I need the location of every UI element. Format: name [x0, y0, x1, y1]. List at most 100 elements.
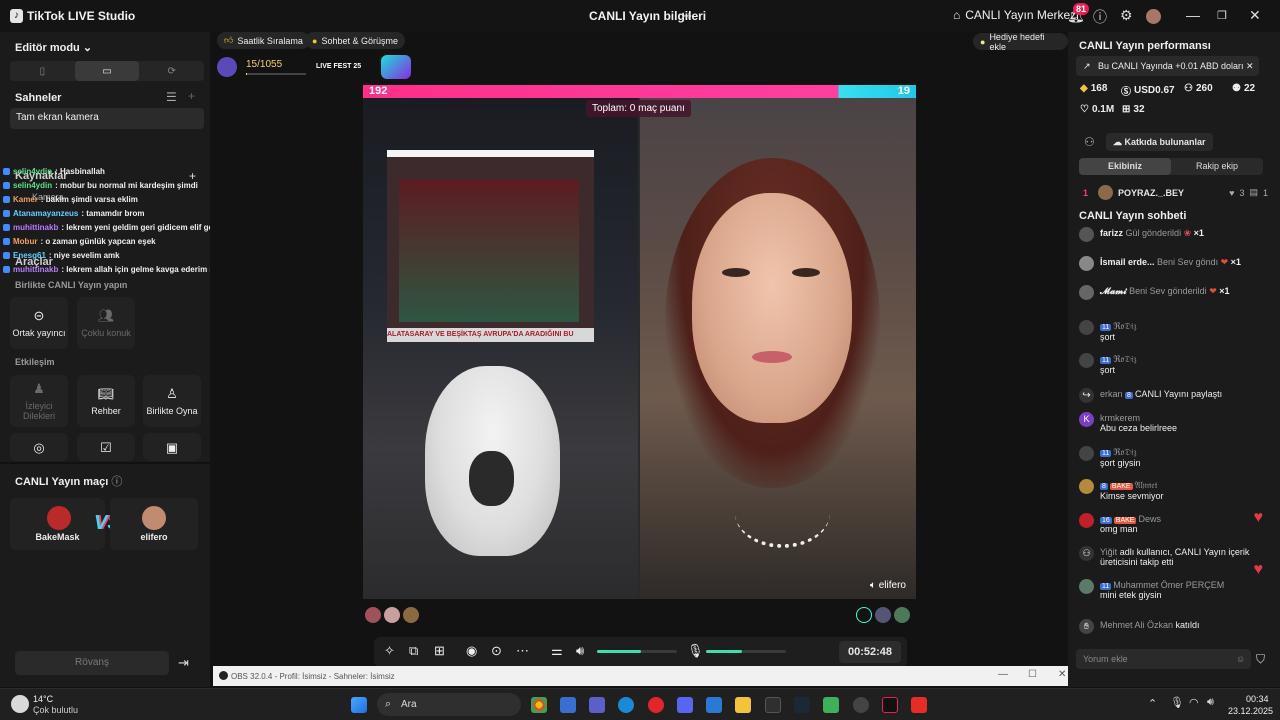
viewer-requests-button[interactable]: ♟ İzleyici Dilekleri [10, 375, 68, 427]
chrome-active-icon[interactable] [765, 697, 781, 713]
supporter-avatar[interactable] [384, 607, 400, 623]
chat-avatar[interactable] [1079, 227, 1094, 242]
scene-item[interactable]: Tam ekran kamera [10, 108, 204, 129]
microphone-icon[interactable]: 🎙︎ [687, 643, 704, 659]
chat-avatar[interactable] [1079, 479, 1094, 494]
chat-avatar[interactable] [1079, 285, 1094, 300]
minimize-icon[interactable]: — [1186, 7, 1200, 23]
mail-icon[interactable] [706, 697, 722, 713]
edge-icon[interactable] [618, 697, 634, 713]
play-together-button[interactable]: ♙ Birlikte Oyna [143, 375, 201, 427]
rematch-button[interactable]: Rövanş [15, 651, 169, 675]
add-scene-icon[interactable]: + [188, 89, 195, 103]
supporter-avatar[interactable] [856, 607, 872, 623]
weather-icon[interactable] [11, 695, 29, 713]
steam-icon[interactable] [794, 697, 810, 713]
chat-username[interactable]: Yiğit [1100, 547, 1117, 557]
chat-avatar[interactable] [1079, 353, 1094, 368]
help-icon[interactable]: ⓘ [111, 476, 122, 488]
volume-slider[interactable] [597, 650, 677, 653]
help-icon[interactable]: ⓘ [1093, 7, 1107, 27]
tool-item[interactable]: ◎ [10, 433, 68, 461]
obs-icon[interactable] [853, 697, 869, 713]
contributors-button[interactable]: ☁ Katkıda bulunanlar [1106, 133, 1213, 151]
maximize-icon[interactable]: ❐ [1217, 9, 1227, 22]
player2-card[interactable]: elifero [110, 498, 198, 550]
teams-icon[interactable] [589, 697, 605, 713]
youtube-icon[interactable] [911, 697, 927, 713]
record-icon[interactable]: ◉ [466, 643, 477, 659]
landscape-icon[interactable]: ▭ [74, 61, 140, 81]
comment-input[interactable]: Yorum ekle ☺ [1076, 649, 1251, 669]
screen-add-icon[interactable]: ⊞ [434, 643, 445, 659]
filter-icon[interactable]: ⛉ [1256, 652, 1265, 667]
obs-close-icon[interactable]: ✕ [1058, 669, 1066, 680]
chat-username[interactable]: Mehmet Ali Özkan [1100, 620, 1173, 630]
chat-avatar[interactable] [1079, 320, 1094, 335]
exit-icon[interactable]: ⇥ [178, 655, 189, 671]
chat-avatar[interactable]: K [1079, 412, 1094, 427]
tab-rival-team[interactable]: Rakip ekip [1171, 158, 1263, 175]
wifi-icon[interactable]: ◠ [1189, 696, 1199, 709]
obs-maximize-icon[interactable]: ☐ [1028, 669, 1037, 680]
obs-window-bar[interactable]: OBS 32.0.4 - Profil: İsimsiz - Sahneler:… [213, 666, 1078, 686]
gift-goal-button[interactable]: ● Hediye hedefi ekle [973, 32, 1068, 52]
chat-username[interactable]: İsmail erde... [1100, 257, 1155, 267]
multi-guest-button[interactable]: 👥︎ Çoklu konuk [77, 297, 135, 349]
chat-username[interactable]: erkan [1100, 389, 1123, 399]
chat-username[interactable]: ℜ𝔬𝔇𝔦𝔷 [1113, 447, 1136, 457]
edit-user-icon[interactable]: ⚇ [1084, 135, 1095, 149]
gear-icon[interactable]: ⚙ [1120, 7, 1133, 24]
obs-minimize-icon[interactable]: — [998, 669, 1008, 680]
chat-username[interactable]: ℜ𝔬𝔇𝔦𝔷 [1113, 354, 1136, 364]
mic-slider[interactable] [706, 650, 786, 653]
chevron-up-icon[interactable]: ⌃ [1148, 697, 1157, 710]
app-icon[interactable] [823, 697, 839, 713]
chat-username[interactable]: farizz [1100, 228, 1123, 238]
tiktok-icon[interactable] [882, 697, 898, 713]
discord-icon[interactable] [677, 697, 693, 713]
chat-username[interactable]: 𝓜𝓪𝓶𝓲 [1100, 286, 1127, 296]
settings-sliders-icon[interactable]: ⚌ [551, 643, 563, 659]
effects-icon[interactable]: ✧ [384, 643, 395, 659]
player1-card[interactable]: BakeMask [10, 498, 105, 550]
tool-item[interactable]: ▣ [143, 433, 201, 461]
chat-username[interactable]: krmkerem [1100, 413, 1140, 423]
chrome-icon[interactable] [531, 697, 547, 713]
store-icon[interactable] [560, 697, 576, 713]
close-icon[interactable]: ✕ [1246, 56, 1254, 76]
chat-username[interactable]: 𝔄𝔥𝔪𝔢𝔱 [1135, 480, 1158, 490]
profile-avatar[interactable] [1146, 9, 1161, 24]
more-icon[interactable]: ⋯ [516, 643, 529, 659]
chat-avatar[interactable] [1079, 513, 1094, 528]
chat-avatar[interactable] [1079, 446, 1094, 461]
tab-my-team[interactable]: Ekibiniz [1079, 158, 1171, 175]
supporter-avatar[interactable] [365, 607, 381, 623]
rotate-icon[interactable]: ⟳ [139, 61, 204, 81]
folder-icon[interactable] [735, 697, 751, 713]
opera-icon[interactable] [648, 697, 664, 713]
supporter-avatar[interactable] [403, 607, 419, 623]
hourly-ranking-button[interactable]: 👍︎ Saatlik Sıralama [217, 32, 310, 49]
target-icon[interactable]: ⊙ [491, 643, 502, 659]
share-icon[interactable]: ↪ [681, 8, 692, 24]
chat-username[interactable]: Dews [1138, 514, 1161, 524]
windows-start-icon[interactable] [351, 697, 367, 713]
microphone-icon[interactable]: 🎙︎ [1170, 696, 1184, 709]
portrait-icon[interactable]: ▯ [10, 61, 75, 81]
close-icon[interactable]: ✕ [1249, 7, 1261, 24]
emoji-icon[interactable]: ☺ [1236, 649, 1245, 669]
supporter-avatar[interactable] [875, 607, 891, 623]
live-center-button[interactable]: ⌂ CANLI Yayın Merkezi [953, 8, 1079, 22]
supporter-avatar[interactable] [894, 607, 910, 623]
taskbar-search[interactable]: ⌕ Ara [377, 693, 521, 716]
tool-item[interactable]: ☑ [77, 433, 135, 461]
chat-meet-button[interactable]: ● Sohbet & Görüşme [305, 32, 405, 49]
chat-avatar[interactable] [1079, 579, 1094, 594]
chat-username[interactable]: Muhammet Ömer PERÇEM [1113, 580, 1224, 590]
layout-icon[interactable]: ⧉ [409, 643, 418, 659]
chat-avatar[interactable] [1079, 256, 1094, 271]
chat-username[interactable]: ℜ𝔬𝔇𝔦𝔷 [1113, 321, 1136, 331]
list-icon[interactable]: ☰ [166, 90, 177, 104]
volume-icon[interactable]: 🔊︎ [576, 643, 584, 659]
